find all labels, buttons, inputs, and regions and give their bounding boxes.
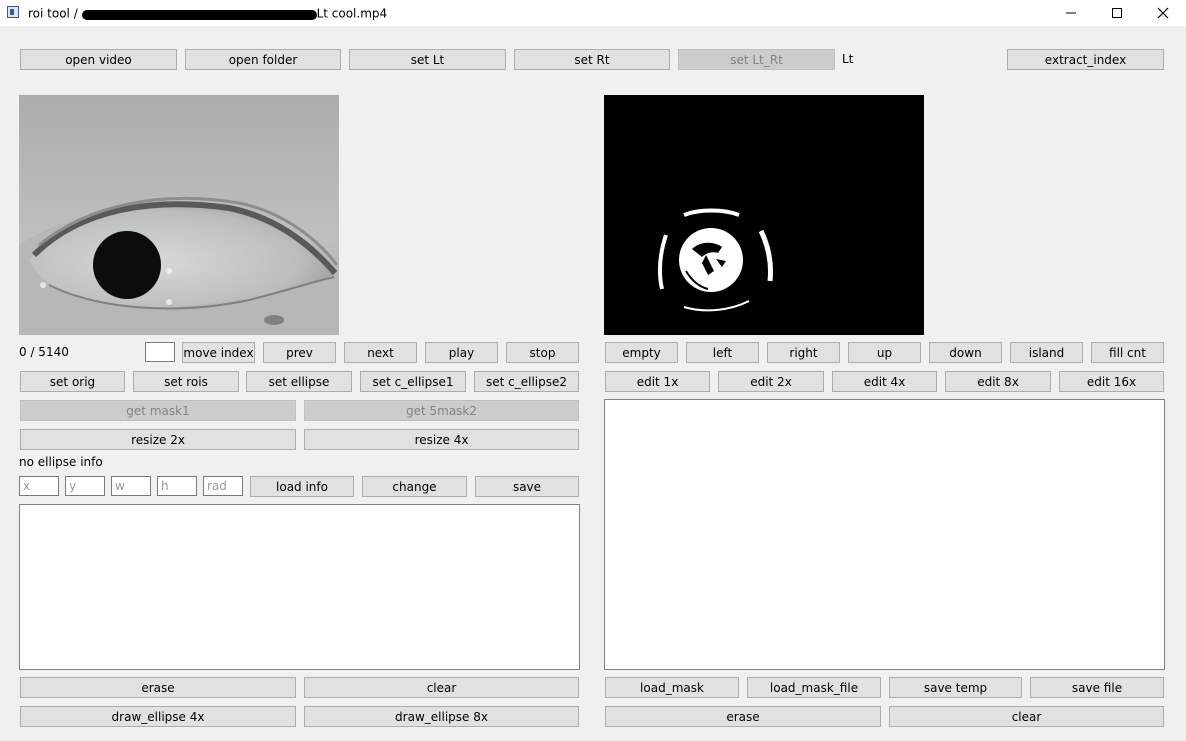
extract-index-button[interactable]: extract_index	[1007, 49, 1164, 70]
left-button[interactable]: left	[686, 342, 759, 363]
close-button[interactable]	[1140, 0, 1186, 26]
maximize-icon	[1112, 8, 1122, 18]
w-field[interactable]	[111, 476, 151, 496]
index-input[interactable]	[145, 342, 175, 362]
side-label: Lt	[842, 52, 854, 66]
title-prefix: roi tool /	[28, 6, 82, 21]
redacted-filename	[81, 6, 317, 22]
set-lt-rt-button[interactable]: set Lt_Rt	[678, 49, 835, 70]
title-bar: roi tool / Lt cool.mp4	[0, 0, 1186, 26]
y-field[interactable]	[65, 476, 105, 496]
left-text-area[interactable]	[19, 504, 580, 670]
minimize-icon	[1066, 12, 1076, 14]
load-info-button[interactable]: load info	[250, 476, 354, 497]
set-lt-button[interactable]: set Lt	[349, 49, 506, 70]
prev-button[interactable]: prev	[263, 342, 336, 363]
play-button[interactable]: play	[425, 342, 498, 363]
resize-4x-button[interactable]: resize 4x	[304, 429, 579, 450]
up-button[interactable]: up	[848, 342, 921, 363]
minimize-button[interactable]	[1048, 0, 1094, 26]
edit-8x-button[interactable]: edit 8x	[945, 371, 1051, 392]
left-erase-button[interactable]: erase	[20, 677, 296, 698]
island-button[interactable]: island	[1010, 342, 1083, 363]
get-5mask2-button[interactable]: get 5mask2	[304, 400, 579, 421]
set-rois-button[interactable]: set rois	[133, 371, 239, 392]
ellipse-info-label: no ellipse info	[19, 455, 103, 469]
edit-2x-button[interactable]: edit 2x	[718, 371, 824, 392]
set-c-ellipse1-button[interactable]: set c_ellipse1	[360, 371, 466, 392]
load-mask-file-button[interactable]: load_mask_file	[747, 677, 881, 698]
right-clear-button[interactable]: clear	[889, 706, 1164, 727]
load-mask-button[interactable]: load_mask	[605, 677, 739, 698]
close-icon	[1157, 7, 1169, 19]
resize-2x-button[interactable]: resize 2x	[20, 429, 296, 450]
app-icon	[7, 6, 19, 18]
save-button[interactable]: save	[475, 476, 579, 497]
open-video-button[interactable]: open video	[20, 49, 177, 70]
set-ellipse-button[interactable]: set ellipse	[246, 371, 352, 392]
draw-ellipse-4x-button[interactable]: draw_ellipse 4x	[20, 706, 296, 727]
mask-preview	[604, 95, 924, 335]
edit-1x-button[interactable]: edit 1x	[605, 371, 710, 392]
save-file-button[interactable]: save file	[1030, 677, 1164, 698]
x-field[interactable]	[19, 476, 59, 496]
set-c-ellipse2-button[interactable]: set c_ellipse2	[474, 371, 579, 392]
set-orig-button[interactable]: set orig	[20, 371, 125, 392]
set-rt-button[interactable]: set Rt	[514, 49, 670, 70]
empty-button[interactable]: empty	[605, 342, 678, 363]
fill-cnt-button[interactable]: fill cnt	[1091, 342, 1164, 363]
h-field[interactable]	[157, 476, 197, 496]
edit-16x-button[interactable]: edit 16x	[1059, 371, 1164, 392]
get-mask1-button[interactable]: get mask1	[20, 400, 296, 421]
move-index-button[interactable]: move index	[182, 342, 255, 363]
draw-ellipse-8x-button[interactable]: draw_ellipse 8x	[304, 706, 579, 727]
down-button[interactable]: down	[929, 342, 1002, 363]
title-suffix: Lt cool.mp4	[316, 6, 388, 21]
rad-field[interactable]	[203, 476, 243, 496]
edit-4x-button[interactable]: edit 4x	[832, 371, 937, 392]
stop-button[interactable]: stop	[506, 342, 579, 363]
right-text-area[interactable]	[604, 399, 1165, 670]
right-erase-button[interactable]: erase	[605, 706, 881, 727]
next-button[interactable]: next	[344, 342, 417, 363]
change-button[interactable]: change	[362, 476, 467, 497]
video-frame	[19, 95, 339, 335]
open-folder-button[interactable]: open folder	[185, 49, 341, 70]
maximize-button[interactable]	[1094, 0, 1140, 26]
left-clear-button[interactable]: clear	[304, 677, 579, 698]
window-title: roi tool / Lt cool.mp4	[28, 6, 387, 22]
right-button[interactable]: right	[767, 342, 840, 363]
save-temp-button[interactable]: save temp	[889, 677, 1022, 698]
frame-counter: 0 / 5140	[19, 345, 69, 359]
